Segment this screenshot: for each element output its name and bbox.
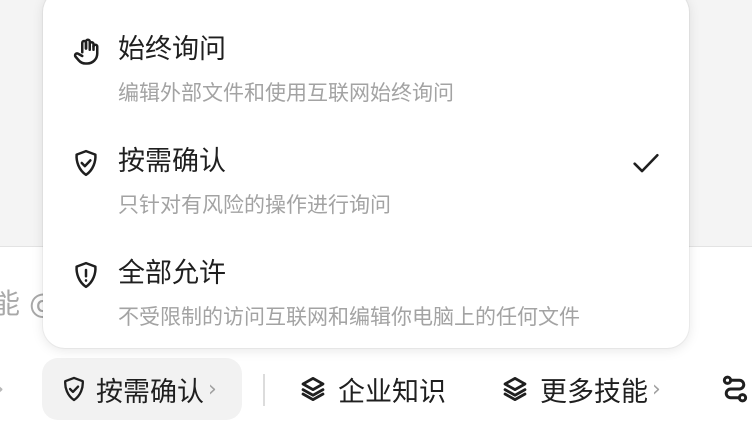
layers-icon [500,374,530,404]
chevron-right-icon: › [208,376,217,402]
menu-item-description: 只针对有风险的操作进行询问 [118,193,391,217]
shield-check-icon [60,375,88,403]
composer-toolbar: › 按需确认 › 企业知识 更多技能 [0,358,752,420]
toolbar-divider [263,374,265,406]
menu-item-confirm-on-demand[interactable]: 按需确认 只针对有风险的操作进行询问 [43,136,689,248]
shield-check-icon [71,148,101,178]
menu-item-title: 全部允许 [118,258,226,289]
menu-item-always-ask[interactable]: 始终询问 编辑外部文件和使用互联网始终询问 [43,24,689,136]
more-skills-label: 更多技能 [540,376,648,408]
enterprise-knowledge-label: 企业知识 [338,376,446,408]
permission-mode-menu: 始终询问 编辑外部文件和使用互联网始终询问 按需确认 只针对有风险的操作进行询问… [43,0,689,348]
menu-item-allow-all[interactable]: 全部允许 不受限制的访问互联网和编辑你电脑上的任何文件 [43,248,689,360]
chevron-right-icon: › [652,376,661,402]
permission-mode-label: 按需确认 [96,376,204,408]
more-skills-button[interactable]: 更多技能 › [500,358,661,420]
scroll-left-chevron-icon[interactable]: › [0,372,4,406]
workflow-button[interactable] [720,358,750,420]
permission-mode-button[interactable]: 按需确认 › [42,358,242,420]
shield-alert-icon [71,260,101,290]
hand-icon [71,36,101,66]
menu-item-description: 编辑外部文件和使用互联网始终询问 [118,81,454,105]
menu-item-title: 始终询问 [118,34,226,65]
menu-item-title: 按需确认 [118,146,226,177]
menu-item-description: 不受限制的访问互联网和编辑你电脑上的任何文件 [118,305,580,329]
enterprise-knowledge-button[interactable]: 企业知识 [298,358,446,420]
checkmark-icon [629,146,663,180]
route-icon [720,374,750,404]
layers-icon [298,374,328,404]
